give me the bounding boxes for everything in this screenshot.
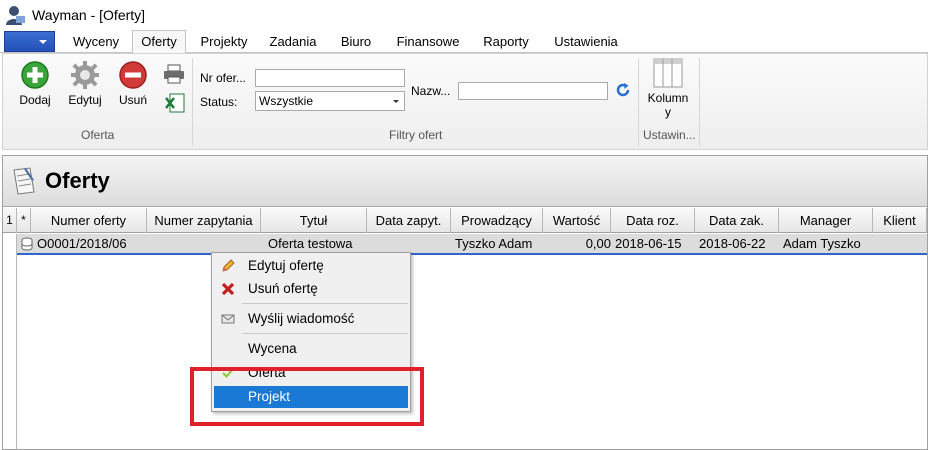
row-indicator-header: 1 [3, 208, 17, 233]
column-header[interactable]: Klient [873, 208, 927, 233]
cell-numer-zapytania [147, 234, 259, 253]
column-header[interactable]: Tytuł [261, 208, 367, 233]
panel-header: Oferty [3, 156, 927, 207]
group-separator [699, 58, 700, 146]
tab-raporty[interactable]: Raporty [474, 33, 538, 53]
column-header[interactable]: Data roz. [611, 208, 695, 233]
column-header[interactable]: Manager [779, 208, 873, 233]
ribbon-tabs: Wyceny Oferty Projekty Zadania Biuro Fin… [0, 30, 928, 54]
cell-numer-oferty: O0001/2018/06 [37, 236, 127, 251]
menu-item-label: Wyślij wiadomość [248, 311, 355, 326]
edit-button[interactable]: Edytuj [63, 60, 107, 107]
menu-item-edit-offer[interactable]: Edytuj ofertę [214, 255, 408, 277]
cell-data-zapytania [369, 234, 449, 253]
tab-finansowe[interactable]: Finansowe [390, 33, 466, 53]
column-header[interactable]: Wartość [543, 208, 611, 233]
tab-wyceny[interactable]: Wyceny [64, 33, 128, 53]
group-separator [192, 58, 193, 146]
menu-item-wycena[interactable]: Wycena [214, 338, 408, 360]
columns-button[interactable]: Kolumn y [643, 58, 693, 119]
column-header[interactable]: Prowadzący [451, 208, 543, 233]
ribbon-panel: Dodaj Edytuj Usuń Oferta Nr ofer... Stat… [2, 53, 928, 150]
envelope-icon [221, 314, 235, 324]
tab-oferty[interactable]: Oferty [132, 30, 186, 54]
tab-projekty[interactable]: Projekty [192, 33, 256, 53]
window-title: Wayman - [Oferty] [32, 7, 146, 23]
document-icon [13, 167, 35, 195]
add-button-label: Dodaj [19, 93, 51, 107]
new-row-marker: * [17, 208, 31, 233]
tab-biuro[interactable]: Biuro [332, 33, 380, 53]
refresh-icon[interactable] [615, 82, 631, 98]
cell-klient [875, 234, 925, 253]
pencil-icon [222, 259, 235, 272]
menu-item-label: Edytuj ofertę [248, 258, 324, 273]
nazwa-input[interactable] [458, 82, 608, 100]
application-menu-button[interactable] [4, 31, 55, 52]
delete-button-label: Usuń [118, 93, 147, 107]
red-x-icon [221, 282, 235, 296]
menu-item-label: Usuń ofertę [248, 281, 318, 296]
tab-zadania[interactable]: Zadania [262, 33, 324, 53]
edit-button-label: Edytuj [68, 93, 102, 107]
cell-data-rozpoczecia: 2018-06-15 [615, 236, 682, 251]
cell-data-zakonczenia: 2018-06-22 [699, 236, 766, 251]
status-label: Status: [200, 95, 238, 109]
print-icon[interactable] [163, 64, 185, 84]
column-header[interactable]: Data zapyt. [367, 208, 451, 233]
delete-button[interactable]: Usuń [113, 60, 153, 107]
menu-separator [242, 303, 408, 304]
nr-oferty-input[interactable] [255, 69, 405, 87]
chevron-down-icon [393, 100, 399, 103]
menu-item-label: Wycena [248, 341, 297, 356]
columns-group-label: Ustawin... [643, 128, 696, 142]
columns-button-label: Kolumn [647, 91, 689, 105]
menu-separator [242, 333, 408, 334]
gear-icon [71, 61, 99, 89]
column-header[interactable]: Numer zapytania [147, 208, 261, 233]
columns-button-label-wrap: y [665, 105, 671, 119]
filters-group-label: Filtry ofert [389, 128, 443, 142]
offers-panel: Oferty 1 * Numer oferty Numer zapytania … [2, 155, 928, 450]
menu-item-send-message[interactable]: Wyślij wiadomość [214, 308, 408, 330]
status-select-value: Wszystkie [259, 94, 313, 108]
nr-oferty-label: Nr ofer... [200, 71, 247, 85]
database-icon [21, 237, 33, 251]
app-icon [6, 6, 25, 25]
title-bar: Wayman - [Oferty] [0, 0, 928, 30]
row-selector-column [3, 234, 17, 450]
tab-ustawienia[interactable]: Ustawienia [546, 33, 626, 53]
cell-prowadzacy: Tyszko Adam [455, 236, 533, 251]
oferta-group-label: Oferta [81, 128, 115, 142]
menu-item-delete-offer[interactable]: Usuń ofertę [214, 278, 408, 300]
column-header[interactable]: Data zak. [695, 208, 779, 233]
panel-title: Oferty [45, 168, 110, 193]
table-row[interactable]: O0001/2018/06 Oferta testowa Tyszko Adam… [17, 234, 927, 255]
grid-header: 1 * Numer oferty Numer zapytania Tytuł D… [3, 208, 927, 233]
cell-tytul: Oferta testowa [268, 236, 353, 251]
plus-icon [21, 61, 49, 89]
cell-manager: Adam Tyszko [783, 236, 861, 251]
cell-wartosc: 0,00 [585, 236, 611, 251]
columns-icon [653, 58, 683, 88]
column-header[interactable]: Numer oferty [31, 208, 147, 233]
group-separator [638, 58, 639, 146]
nazwa-label: Nazw... [411, 84, 451, 98]
annotation-highlight-box [190, 367, 424, 426]
add-button[interactable]: Dodaj [15, 60, 55, 107]
status-select[interactable]: Wszystkie [255, 91, 405, 111]
excel-export-icon[interactable] [164, 92, 186, 114]
minus-icon [119, 61, 147, 89]
